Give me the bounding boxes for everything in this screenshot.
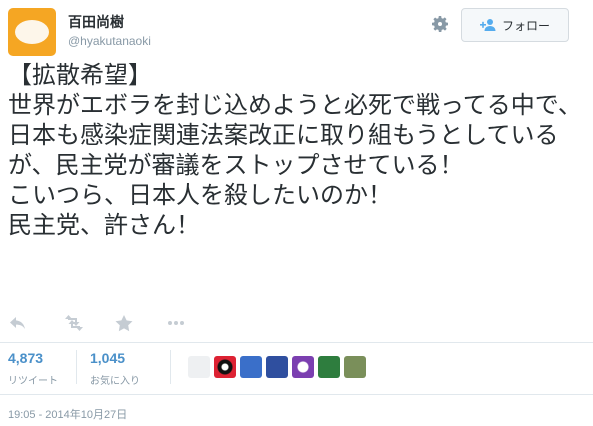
reply-icon[interactable]: [8, 314, 28, 332]
favorite-label[interactable]: お気に入り: [90, 372, 140, 387]
retweet-icon[interactable]: [64, 314, 84, 332]
follow-button[interactable]: フォロー: [461, 8, 569, 42]
follow-button-label: フォロー: [501, 18, 550, 33]
tweet-text: 【拡散希望】 世界がエボラを封じ込めようと必死で戦ってる中で、日本も感染症関連法…: [8, 61, 582, 239]
author-handle[interactable]: @hyakutanaoki: [68, 34, 151, 48]
more-icon[interactable]: [166, 314, 186, 332]
favoriter-avatar[interactable]: [318, 356, 340, 378]
favoriter-avatar[interactable]: [266, 356, 288, 378]
divider: [0, 342, 593, 343]
favoriter-avatar[interactable]: [188, 356, 210, 378]
favorite-icon[interactable]: [114, 314, 134, 332]
author-avatar[interactable]: [8, 8, 56, 56]
favoriter-avatar[interactable]: [344, 356, 366, 378]
favoriter-avatars: [188, 356, 366, 378]
gear-icon[interactable]: [430, 14, 450, 34]
stat-separator: [76, 350, 77, 384]
add-user-icon: [479, 19, 496, 31]
favorite-count[interactable]: 1,045: [90, 350, 125, 366]
divider: [0, 394, 593, 395]
tweet: 百田尚樹 @hyakutanaoki フォロー 【拡散希望】 世界がエボラを封じ…: [0, 0, 593, 426]
tweet-timestamp[interactable]: 19:05 - 2014年10月27日: [8, 406, 127, 422]
retweet-count[interactable]: 4,873: [8, 350, 43, 366]
favoriter-avatar[interactable]: [240, 356, 262, 378]
favoriter-avatar[interactable]: [214, 356, 236, 378]
stat-separator: [170, 350, 171, 384]
author-name[interactable]: 百田尚樹: [68, 12, 124, 32]
retweet-label[interactable]: リツイート: [8, 372, 58, 387]
favoriter-avatar[interactable]: [292, 356, 314, 378]
